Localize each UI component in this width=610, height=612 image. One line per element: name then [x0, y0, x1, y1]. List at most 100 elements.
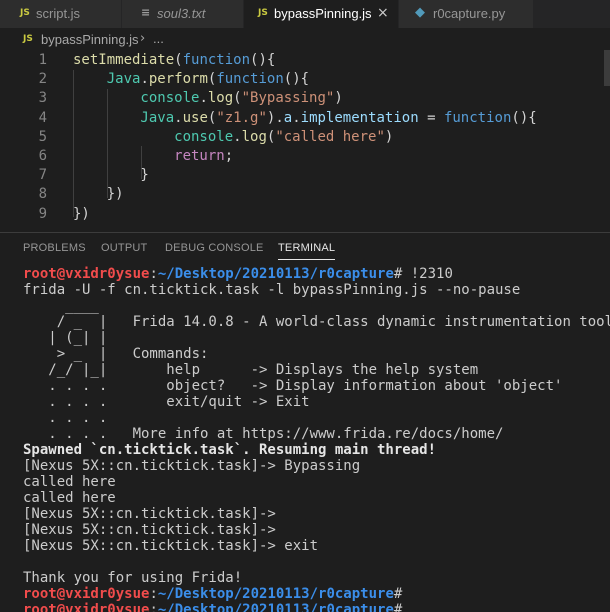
prompt-symbol: # [393, 602, 403, 612]
terminal-line: ____ [23, 298, 99, 314]
line-number: 2 [38, 71, 47, 88]
code-line[interactable]: 3 console.log("Bypassing") [0, 89, 610, 108]
tab-label: script.js [36, 6, 81, 21]
breadcrumb-file[interactable]: bypassPinning.js [41, 32, 139, 47]
prompt-path: ~/Desktop/20210113/r0capture [157, 586, 394, 602]
code-text: } [73, 166, 149, 185]
code-token: console [73, 128, 234, 145]
line-number: 4 [38, 109, 47, 126]
code-token: log [241, 128, 267, 145]
prompt-symbol: # [393, 586, 403, 602]
tab-script-js[interactable]: JS script.js [0, 0, 122, 28]
terminal-line: . . . . [23, 410, 108, 426]
command-text: # !2310 [393, 266, 453, 282]
editor-tab-bar: JS script.js ≡ soul3.txt JS bypassPinnin… [0, 0, 610, 28]
tab-terminal[interactable]: TERMINAL [278, 242, 336, 260]
code-token: . [199, 90, 208, 107]
close-icon[interactable]: × [377, 5, 389, 21]
code-token: use [182, 109, 208, 126]
code-token: }) [73, 205, 90, 222]
code-token: a [283, 109, 293, 126]
code-token: }) [73, 186, 124, 203]
terminal-line: root@vxidr0ysue:~/Desktop/20210113/r0cap… [23, 602, 610, 612]
breadcrumb-more[interactable]: ... [153, 31, 164, 46]
terminal-line: [Nexus 5X::cn.ticktick.task]-> Bypassing [23, 458, 361, 474]
line-number: 1 [38, 52, 47, 68]
terminal-line: called here [23, 474, 116, 490]
code-editor[interactable]: 1 setImmediate(function(){2 Java.perform(… [0, 50, 610, 230]
tab-label: soul3.txt [157, 6, 206, 21]
code-token: perform [148, 71, 208, 88]
terminal-line: / _ | Frida 14.0.8 - A world-class dynam… [23, 314, 610, 330]
line-number: 3 [38, 90, 47, 107]
terminal-line: root@vxidr0ysue:~/Desktop/20210113/r0cap… [23, 586, 403, 602]
terminal-line: [Nexus 5X::cn.ticktick.task]-> [23, 506, 276, 522]
tab-problems[interactable]: PROBLEMS [23, 242, 86, 254]
code-line[interactable]: 8 }) [0, 185, 610, 204]
tab-soul3-txt[interactable]: ≡ soul3.txt [122, 0, 244, 28]
terminal-line: root@vxidr0ysue:~/Desktop/20210113/r0cap… [23, 266, 453, 282]
line-number: 6 [38, 148, 47, 164]
code-line[interactable]: 2 Java.perform(function(){ [0, 70, 610, 89]
code-line[interactable]: 9}) [0, 205, 610, 224]
line-number: 7 [38, 167, 47, 184]
code-token: ( [233, 90, 242, 107]
code-text: console.log("Bypassing") [73, 89, 342, 108]
code-token: Java [73, 71, 141, 88]
code-line[interactable]: 4 Java.use("z1.g").a.implementation = fu… [0, 109, 610, 128]
code-token: function [216, 71, 284, 88]
terminal-line: . . . . object? -> Display information a… [23, 378, 563, 394]
terminal-line: Spawned `cn.ticktick.task`. Resuming mai… [23, 442, 437, 458]
code-token: . [140, 71, 149, 88]
prompt-path: ~/Desktop/20210113/r0capture [157, 602, 394, 612]
text-file-icon: ≡ [141, 6, 151, 19]
tab-label: bypassPinning.js [274, 6, 372, 21]
panel-tab-bar: PROBLEMS OUTPUT DEBUG CONSOLE TERMINAL [0, 232, 610, 263]
code-text: }) [73, 185, 124, 204]
terminal-line: Thank you for using Frida! [23, 570, 243, 586]
code-line[interactable]: 1 setImmediate(function(){ [0, 51, 610, 70]
code-line[interactable]: 5 console.log("called here") [0, 128, 610, 147]
code-text: return; [73, 147, 233, 166]
tab-debug-console[interactable]: DEBUG CONSOLE [165, 242, 264, 254]
editor-scrollbar[interactable] [604, 50, 610, 86]
code-token: (){ [283, 71, 310, 88]
tab-output[interactable]: OUTPUT [101, 242, 147, 254]
code-line[interactable]: 6 return; [0, 147, 610, 166]
code-token: } [73, 167, 149, 184]
tab-r0capture-py[interactable]: ◆ r0capture.py [399, 0, 534, 28]
code-token: "z1.g" [216, 109, 267, 126]
terminal-line: /_/ |_| help -> Displays the help system [23, 362, 479, 378]
line-number: 9 [38, 205, 47, 222]
code-token: . [233, 128, 242, 145]
code-token: (){ [250, 52, 276, 68]
code-token: console [73, 90, 200, 107]
terminal-line: . . . . More info at https://www.frida.r… [23, 426, 504, 442]
python-file-icon: ◆ [415, 5, 425, 20]
code-token: function [182, 52, 251, 68]
terminal-line: frida -U -f cn.ticktick.task -l bypassPi… [23, 282, 521, 298]
code-token: . [174, 109, 183, 126]
tab-bypasspinning-js[interactable]: JS bypassPinning.js × [244, 0, 399, 28]
terminal-line: . . . . exit/quit -> Exit [23, 394, 310, 410]
code-text: console.log("called here") [73, 128, 393, 147]
terminal-line: called here [23, 490, 116, 506]
line-number: 5 [38, 128, 47, 145]
code-text: Java.use("z1.g").a.implementation = func… [73, 109, 536, 128]
code-token: "called here" [275, 128, 385, 145]
breadcrumb: JS bypassPinning.js › ... [0, 28, 610, 50]
terminal[interactable]: root@vxidr0ysue:~/Desktop/20210113/r0cap… [23, 266, 610, 612]
javascript-file-icon: JS [258, 8, 268, 18]
code-text: setImmediate(function(){ [73, 51, 275, 70]
line-number: 8 [38, 186, 47, 203]
code-token: "Bypassing" [241, 90, 335, 107]
code-token: log [207, 90, 234, 107]
prompt-path: ~/Desktop/20210113/r0capture [157, 266, 394, 282]
code-token: implementation [300, 109, 419, 126]
code-token: setImmediate [73, 52, 175, 68]
code-token: = [418, 109, 444, 126]
prompt-user: root@vxidr0ysue [23, 586, 150, 602]
code-line[interactable]: 7 } [0, 166, 610, 185]
terminal-line: [Nexus 5X::cn.ticktick.task]-> [23, 522, 276, 538]
code-token: Java [73, 109, 175, 126]
